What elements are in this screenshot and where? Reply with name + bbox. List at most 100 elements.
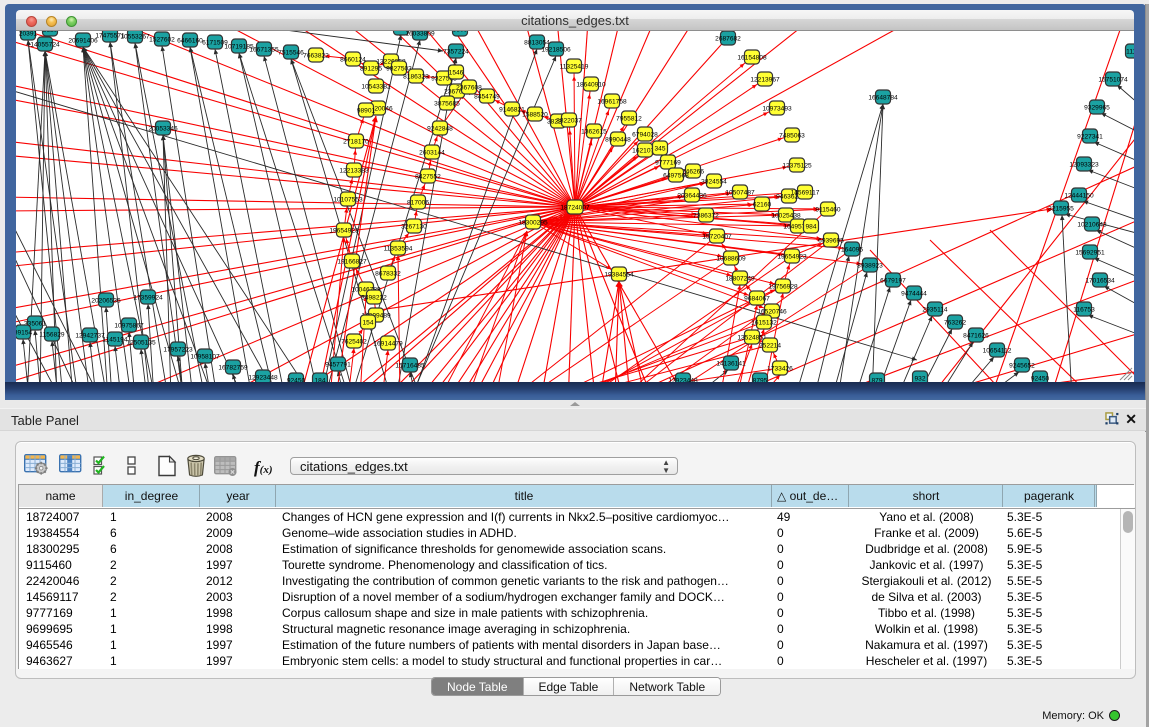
- svg-text:14055724: 14055724: [30, 41, 60, 48]
- svg-text:164095: 164095: [841, 246, 863, 253]
- svg-text:16914479: 16914479: [373, 340, 403, 347]
- svg-text:18300295: 18300295: [518, 219, 548, 226]
- svg-text:3215955: 3215955: [1048, 205, 1074, 212]
- svg-text:62160: 62160: [753, 201, 772, 208]
- svg-text:116753: 116753: [1073, 306, 1095, 313]
- svg-text:2935114: 2935114: [922, 306, 948, 313]
- svg-text:2603144: 2603144: [419, 149, 445, 156]
- svg-text:19218506: 19218506: [541, 46, 571, 53]
- svg-text:19384554: 19384554: [604, 271, 634, 278]
- svg-text:12942737: 12942737: [75, 332, 105, 339]
- svg-text:891295: 891295: [360, 65, 382, 72]
- svg-text:8427552: 8427552: [415, 173, 441, 180]
- svg-text:2687682: 2687682: [715, 35, 741, 42]
- svg-text:10210643: 10210643: [1077, 221, 1107, 228]
- svg-text:7663822: 7663822: [303, 52, 329, 59]
- svg-text:17957223: 17957223: [163, 346, 193, 353]
- svg-text:879: 879: [871, 377, 882, 382]
- svg-text:9242848: 9242848: [427, 125, 453, 132]
- svg-text:3809: 3809: [453, 31, 468, 33]
- svg-text:92450: 92450: [1031, 375, 1050, 382]
- svg-text:19654923: 19654923: [329, 227, 359, 234]
- svg-text:8454749: 8454749: [474, 93, 500, 100]
- svg-text:1156829: 1156829: [39, 331, 65, 338]
- svg-text:11353594: 11353594: [384, 245, 413, 252]
- svg-text:7386372: 7386372: [693, 212, 719, 219]
- svg-text:12505135: 12505135: [126, 339, 156, 346]
- svg-text:8678332: 8678332: [375, 270, 401, 277]
- svg-text:12213383: 12213383: [339, 167, 369, 174]
- svg-text:12093323: 12093323: [1069, 161, 1099, 168]
- svg-text:16520746: 16520746: [757, 308, 787, 315]
- svg-text:9115460: 9115460: [815, 206, 841, 213]
- svg-text:20691406: 20691406: [68, 37, 98, 44]
- svg-text:2718170: 2718170: [343, 138, 369, 145]
- svg-text:9245652: 9245652: [1009, 362, 1035, 369]
- svg-text:1362615: 1362615: [581, 128, 607, 135]
- svg-text:10975867: 10975867: [114, 322, 144, 329]
- svg-text:9777169: 9777169: [655, 159, 681, 166]
- svg-text:817006: 817006: [407, 199, 429, 206]
- svg-text:252214: 252214: [759, 342, 781, 349]
- svg-text:17359924: 17359924: [133, 294, 163, 301]
- svg-text:10507487: 10507487: [725, 189, 755, 196]
- svg-text:7485063: 7485063: [779, 132, 805, 139]
- svg-text:10553267: 10553267: [120, 33, 150, 40]
- svg-text:8990448: 8990448: [605, 136, 631, 143]
- svg-text:8795: 8795: [753, 377, 768, 382]
- svg-text:20053346: 20053346: [148, 125, 178, 132]
- svg-text:2367608: 2367608: [456, 84, 482, 91]
- svg-text:1615132: 1615132: [751, 319, 777, 326]
- svg-text:16671355: 16671355: [249, 46, 279, 53]
- svg-text:16782759: 16782759: [218, 364, 248, 371]
- svg-text:16961758: 16961758: [597, 98, 627, 105]
- svg-text:10688609: 10688609: [716, 255, 746, 262]
- svg-text:984: 984: [805, 223, 816, 230]
- svg-text:6939695: 6939695: [818, 237, 844, 244]
- svg-text:11325419: 11325419: [560, 63, 589, 70]
- svg-text:14136141: 14136141: [716, 360, 746, 367]
- svg-text:8660124: 8660124: [340, 56, 366, 63]
- svg-text:15716485: 15716485: [395, 362, 425, 369]
- svg-text:14569117: 14569117: [791, 189, 820, 196]
- svg-text:10973493: 10973493: [762, 105, 792, 112]
- svg-text:345: 345: [654, 145, 665, 152]
- svg-text:6497568: 6497568: [663, 172, 689, 179]
- svg-text:1527602: 1527602: [149, 36, 175, 43]
- svg-text:9227341: 9227341: [1077, 133, 1103, 140]
- svg-text:20364436: 20364436: [677, 192, 707, 199]
- svg-text:8938923: 8938923: [857, 262, 883, 269]
- svg-text:1733426: 1733426: [767, 365, 793, 372]
- svg-text:154: 154: [362, 319, 373, 326]
- svg-text:19654923: 19654923: [777, 253, 807, 260]
- svg-text:1117: 1117: [1126, 48, 1134, 55]
- svg-text:9684067: 9684067: [744, 295, 770, 302]
- svg-text:20206536: 20206536: [91, 297, 121, 304]
- svg-text:9474444: 9474444: [901, 290, 927, 297]
- svg-text:8813054: 8813054: [524, 39, 550, 46]
- svg-text:7955812: 7955812: [616, 115, 642, 122]
- svg-text:6794028: 6794028: [632, 131, 658, 138]
- svg-text:17016534: 17016534: [1085, 277, 1115, 284]
- svg-text:1145194: 1145194: [102, 336, 128, 343]
- svg-text:932: 932: [914, 375, 925, 382]
- svg-text:20391: 20391: [19, 31, 38, 37]
- svg-text:10107553: 10107553: [333, 196, 363, 203]
- svg-text:18640910: 18640910: [576, 81, 606, 88]
- svg-text:9457791: 9457791: [325, 361, 351, 368]
- svg-text:12923448: 12923448: [668, 377, 698, 382]
- svg-text:19756928: 19756928: [768, 283, 798, 290]
- svg-text:6466160: 6466160: [177, 37, 203, 44]
- svg-text:10958107: 10958107: [190, 353, 220, 360]
- svg-text:16648784: 16648784: [868, 94, 898, 101]
- svg-text:3498222: 3498222: [361, 294, 387, 301]
- svg-text:12923448: 12923448: [248, 374, 278, 381]
- svg-text:184: 184: [314, 377, 325, 382]
- svg-text:2123: 2123: [43, 31, 58, 33]
- svg-text:15751074: 15751074: [1098, 76, 1128, 83]
- svg-text:8471626: 8471626: [963, 332, 989, 339]
- svg-text:19166827: 19166827: [337, 258, 367, 265]
- svg-text:15720407: 15720407: [702, 233, 732, 240]
- svg-text:12213967: 12213967: [750, 76, 780, 83]
- svg-text:763262: 763262: [944, 319, 966, 326]
